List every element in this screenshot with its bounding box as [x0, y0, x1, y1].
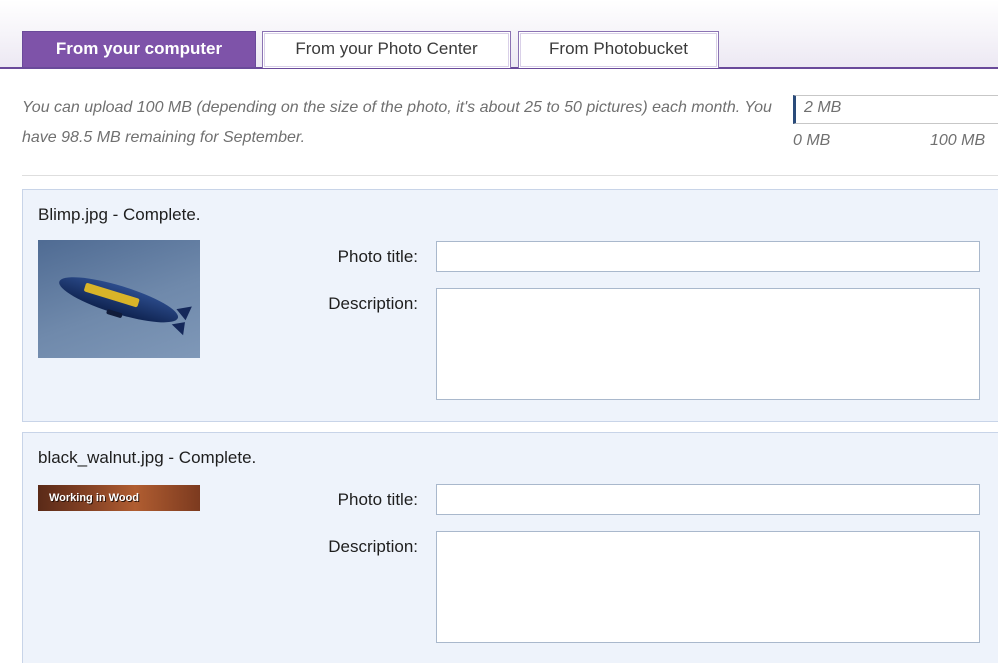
upload-item: black_walnut.jpg - Complete. Working in …: [22, 432, 998, 663]
tab-from-photo-center[interactable]: From your Photo Center: [262, 31, 511, 68]
description-label: Description:: [328, 537, 418, 556]
section-divider: [22, 175, 998, 176]
meter-max-label: 100 MB: [930, 132, 986, 149]
tab-from-your-computer[interactable]: From your computer: [22, 31, 256, 68]
photo-title-input[interactable]: [436, 484, 980, 515]
tab-from-photobucket[interactable]: From Photobucket: [518, 31, 719, 68]
description-textarea[interactable]: [436, 288, 980, 400]
storage-usage-meter: 2 MB: [793, 95, 998, 124]
upload-status: Blimp.jpg - Complete.: [38, 205, 201, 224]
photo-title-label: Photo title:: [337, 490, 418, 509]
blimp-photo-thumbnail: [38, 240, 200, 358]
meter-min-label: 0 MB: [793, 132, 831, 149]
description-label: Description:: [328, 294, 418, 313]
wood-banner-thumbnail: Working in Wood: [38, 485, 200, 511]
upload-quota-message: You can upload 100 MB (depending on the …: [22, 99, 772, 146]
photo-title-input[interactable]: [436, 241, 980, 272]
upload-status: black_walnut.jpg - Complete.: [38, 448, 257, 467]
blimp-icon: [59, 277, 192, 336]
description-textarea[interactable]: [436, 531, 980, 643]
banner-text: Working in Wood: [48, 492, 140, 504]
upload-item: Blimp.jpg - Complete. Photo title: Descr…: [22, 189, 998, 422]
photo-title-label: Photo title:: [337, 247, 418, 266]
storage-used-label: 2 MB: [804, 99, 842, 116]
